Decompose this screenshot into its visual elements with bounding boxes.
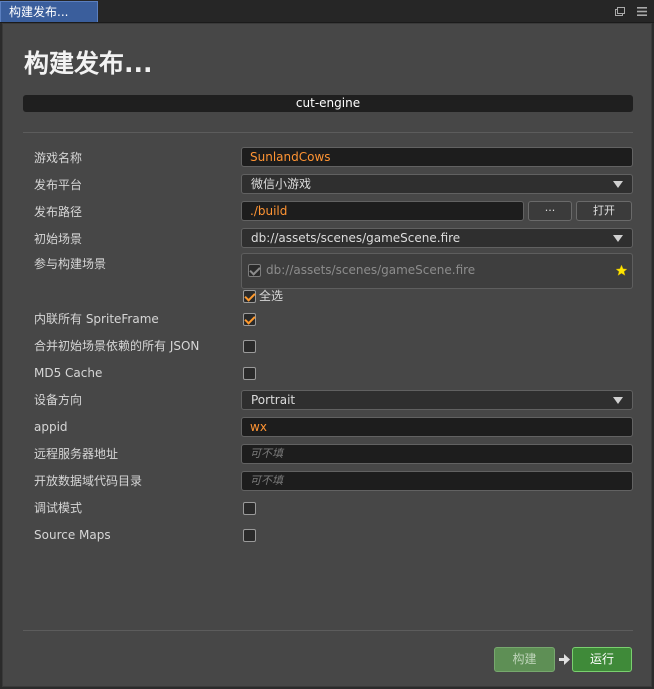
- inline-spriteframe-checkbox[interactable]: [243, 313, 256, 326]
- build-button[interactable]: 构建: [494, 647, 555, 672]
- remote-server-input[interactable]: 可不填: [241, 444, 633, 464]
- restore-icon[interactable]: [614, 4, 626, 18]
- scene-list: db://assets/scenes/gameScene.fire: [241, 253, 633, 289]
- chevron-down-icon: [613, 181, 623, 188]
- platform-value: 微信小游戏: [251, 177, 312, 191]
- build-panel: 构建发布... cut-engine 游戏名称 SunlandCows 发布平台…: [2, 23, 652, 687]
- merge-json-checkbox[interactable]: [243, 340, 256, 353]
- remote-server-label: 远程服务器地址: [34, 447, 119, 461]
- tab-bar: 构建发布...: [0, 0, 654, 23]
- open-path-button[interactable]: 打开: [576, 201, 632, 221]
- debug-mode-label: 调试模式: [34, 501, 83, 515]
- tab-actions: [614, 4, 648, 18]
- inline-spriteframe-label: 内联所有 SpriteFrame: [34, 312, 159, 326]
- arrow-right-icon: [559, 654, 570, 665]
- build-window: 构建发布... 构建发布... cut-engine 游戏名称 SunlandC…: [0, 0, 654, 689]
- platform-select[interactable]: 微信小游戏: [241, 174, 633, 194]
- select-all-checkbox[interactable]: [243, 290, 256, 303]
- start-scene-label: 初始场景: [34, 232, 83, 246]
- start-scene-value: db://assets/scenes/gameScene.fire: [251, 231, 461, 245]
- select-all-label: 全选: [259, 289, 284, 303]
- md5-cache-label: MD5 Cache: [34, 366, 103, 380]
- game-name-input[interactable]: SunlandCows: [241, 147, 633, 167]
- platform-label: 发布平台: [34, 178, 83, 192]
- game-name-label: 游戏名称: [34, 151, 83, 165]
- source-maps-label: Source Maps: [34, 528, 111, 542]
- appid-label: appid: [34, 420, 68, 434]
- divider-top: [23, 132, 633, 133]
- open-data-dir-input[interactable]: 可不填: [241, 471, 633, 491]
- chevron-down-icon: [613, 397, 623, 404]
- scene-checkbox[interactable]: [248, 264, 261, 277]
- orientation-value: Portrait: [251, 393, 296, 407]
- included-scenes-label: 参与构建场景: [34, 257, 107, 271]
- open-data-dir-label: 开放数据域代码目录: [34, 474, 143, 488]
- project-name-bar: cut-engine: [23, 95, 633, 112]
- scene-path: db://assets/scenes/gameScene.fire: [266, 263, 476, 277]
- md5-cache-checkbox[interactable]: [243, 367, 256, 380]
- menu-icon[interactable]: [636, 4, 648, 18]
- star-icon: [615, 264, 628, 276]
- chevron-down-icon: [613, 235, 623, 242]
- source-maps-checkbox[interactable]: [243, 529, 256, 542]
- run-button[interactable]: 运行: [572, 647, 632, 672]
- build-path-label: 发布路径: [34, 205, 83, 219]
- debug-mode-checkbox[interactable]: [243, 502, 256, 515]
- tab-build-publish[interactable]: 构建发布...: [0, 1, 98, 22]
- redacted-area: [267, 418, 382, 436]
- orientation-label: 设备方向: [34, 393, 83, 407]
- browse-path-button[interactable]: ···: [528, 201, 572, 221]
- merge-json-label: 合并初始场景依赖的所有 JSON: [34, 339, 200, 353]
- divider-bottom: [23, 630, 633, 631]
- page-title: 构建发布...: [24, 49, 153, 78]
- build-path-input[interactable]: ./build: [241, 201, 524, 221]
- orientation-select[interactable]: Portrait: [241, 390, 633, 410]
- start-scene-select[interactable]: db://assets/scenes/gameScene.fire: [241, 228, 633, 248]
